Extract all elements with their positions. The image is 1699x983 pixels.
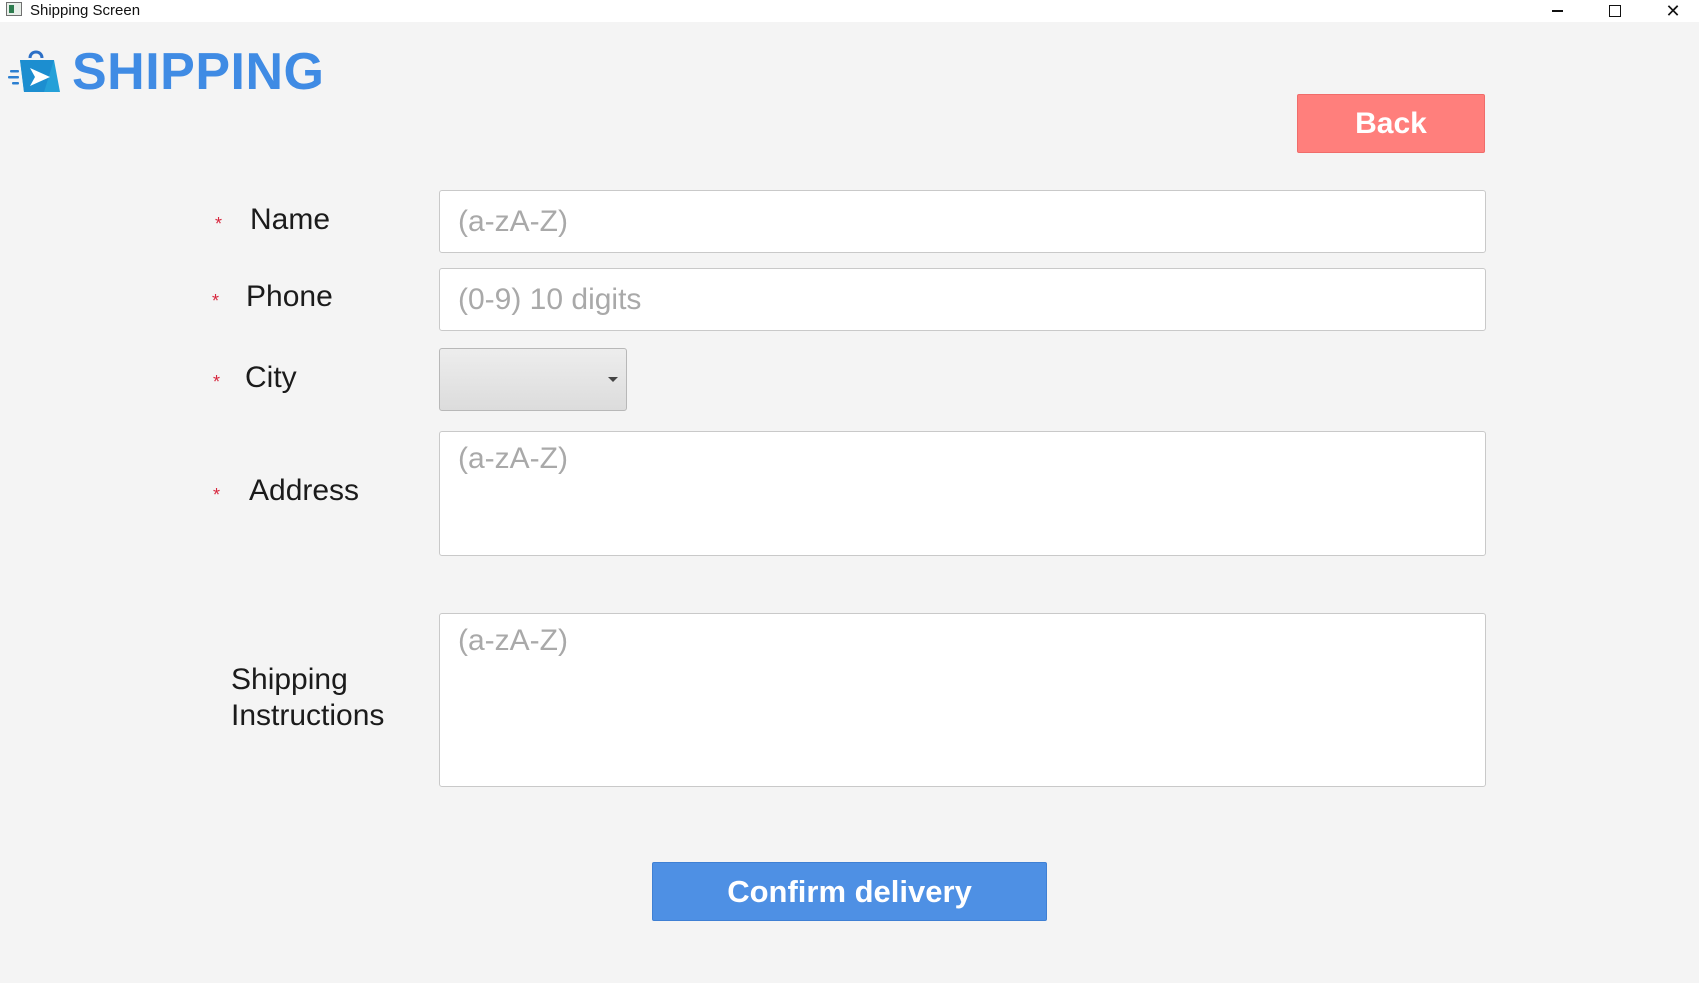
logo: SHIPPING bbox=[8, 44, 325, 100]
phone-input[interactable] bbox=[439, 268, 1486, 331]
shopping-bag-icon bbox=[8, 50, 60, 92]
address-label: Address bbox=[249, 474, 360, 507]
minimize-icon bbox=[1551, 10, 1563, 12]
maximize-button[interactable] bbox=[1586, 0, 1644, 22]
required-marker: * bbox=[212, 291, 220, 311]
city-label: City bbox=[245, 361, 297, 394]
back-button[interactable]: Back bbox=[1297, 94, 1485, 153]
shipping-window: Shipping Screen ✕ SHIPPING Back * Name (… bbox=[0, 0, 1699, 983]
title-bar: Shipping Screen ✕ bbox=[0, 0, 1699, 22]
city-select[interactable] bbox=[439, 348, 627, 411]
phone-label: Phone bbox=[246, 280, 333, 313]
chevron-down-icon bbox=[608, 377, 618, 382]
instructions-label-line2: Instructions bbox=[231, 699, 385, 732]
required-marker: * bbox=[213, 372, 221, 392]
close-button[interactable]: ✕ bbox=[1644, 0, 1699, 22]
app-icon bbox=[6, 2, 22, 16]
instructions-label-line1: Shipping bbox=[231, 663, 348, 696]
confirm-delivery-button[interactable]: Confirm delivery bbox=[652, 862, 1047, 921]
window-title: Shipping Screen bbox=[30, 2, 141, 19]
required-marker: * bbox=[215, 214, 223, 234]
name-input[interactable] bbox=[439, 190, 1486, 253]
address-input[interactable] bbox=[439, 431, 1486, 556]
logo-text: SHIPPING bbox=[72, 43, 325, 101]
minimize-button[interactable] bbox=[1528, 0, 1586, 22]
maximize-icon bbox=[1609, 5, 1621, 17]
shipping-instructions-input[interactable] bbox=[439, 613, 1486, 787]
required-marker: * bbox=[213, 485, 221, 505]
close-icon: ✕ bbox=[1665, 1, 1681, 21]
name-label: Name bbox=[250, 203, 331, 236]
